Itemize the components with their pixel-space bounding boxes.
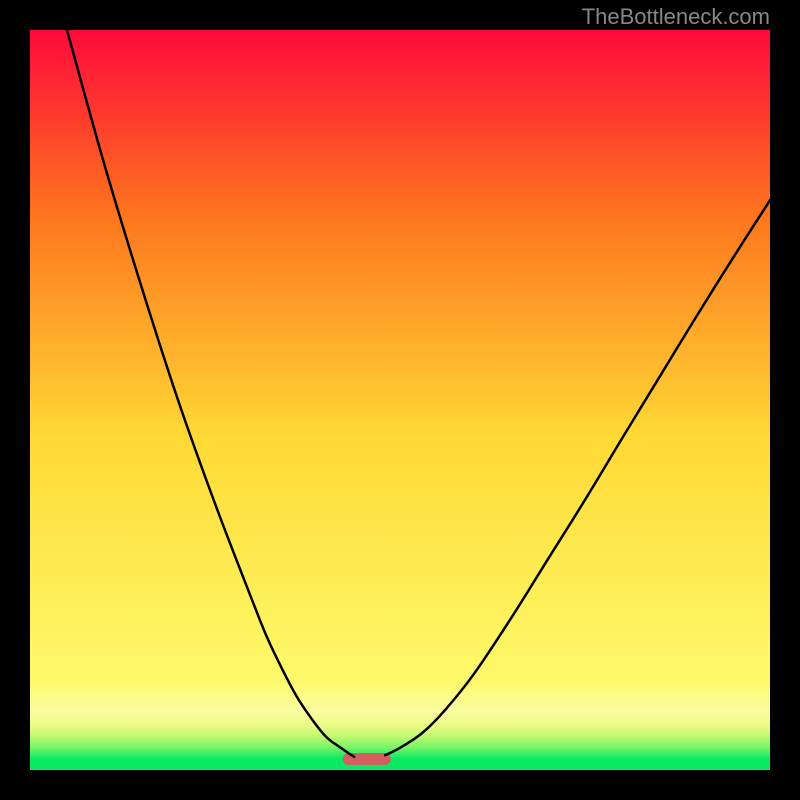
chart-frame: TheBottleneck.com (0, 0, 800, 800)
gradient-rect (30, 30, 770, 770)
plot-area (30, 30, 770, 770)
chart-svg (30, 30, 770, 770)
watermark-text: TheBottleneck.com (582, 4, 770, 30)
